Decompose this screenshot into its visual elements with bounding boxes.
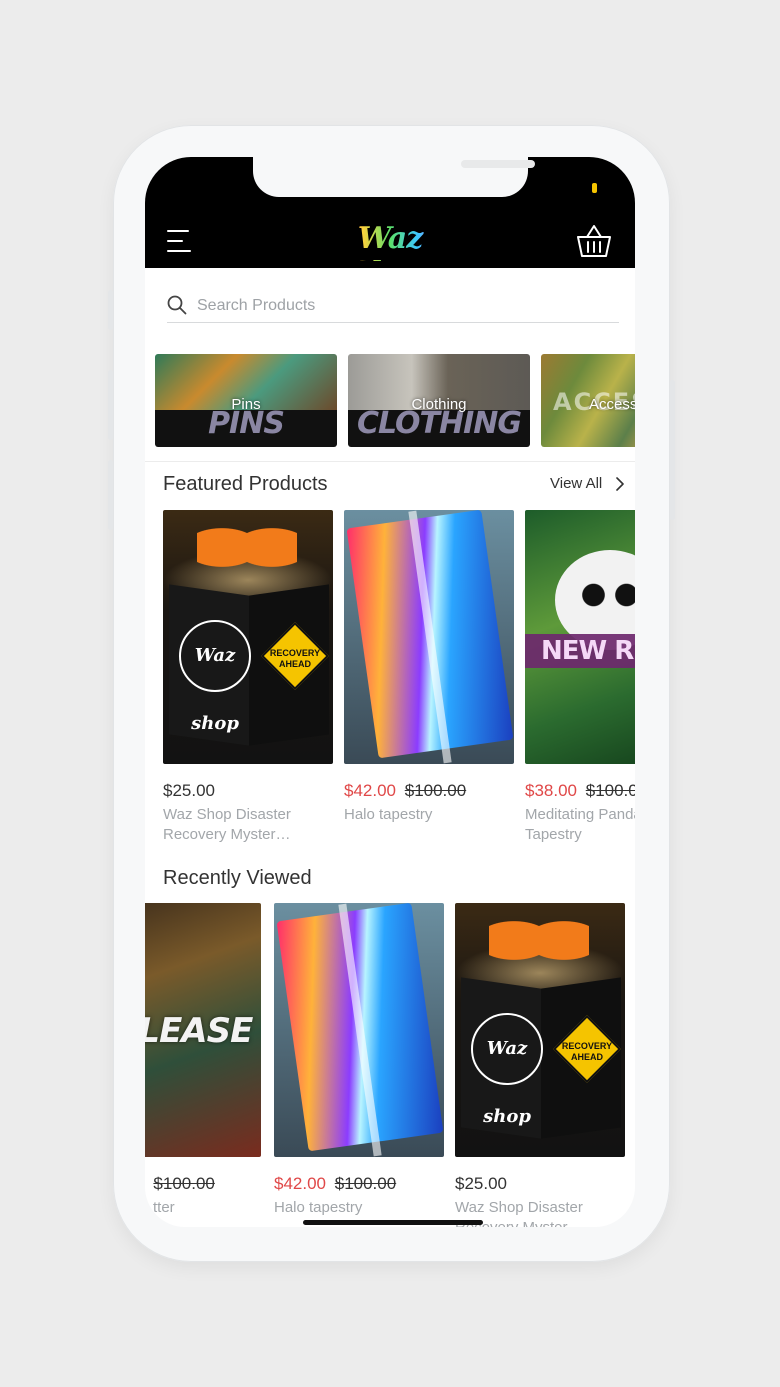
hamburger-menu-icon[interactable] [167,230,193,254]
butterfly-art [489,909,589,979]
phone-side-button [108,370,113,440]
original-price: $100.00 [404,781,467,800]
product-card[interactable]: Waz shop RECOVERY AHEAD $25.00 Waz Shop … [163,510,333,845]
product-image [274,903,444,1157]
price-row: $42.00 $100.00 [344,781,514,803]
search-icon [167,295,187,315]
new-release-banner: NEW RELE [525,634,635,668]
price-row: $25.00 [455,1174,625,1196]
chevron-right-icon[interactable] [615,477,625,491]
category-tile-clothing[interactable]: CLOTHING Clothing [348,354,530,447]
category-tile-accessories[interactable]: ACCESS Access [541,354,635,447]
product-card[interactable]: $42.00 $100.00 Halo tapestry [344,510,514,825]
category-label: Pins [231,396,261,413]
product-price: $25.00 [455,1174,507,1193]
category-label: Clothing [411,396,467,413]
product-name: Halo tapestry [344,806,433,823]
original-price: $100.00 [334,1174,397,1193]
category-label: Access [589,396,635,413]
original-price: $100.00 [585,781,635,800]
featured-products-title: Featured Products [163,473,328,495]
product-name: tter [153,1199,175,1216]
sale-price: $38.00 [525,781,577,800]
product-card[interactable]: $42.00 $100.00 Halo tapestry [274,903,444,1218]
phone-notch [253,157,535,197]
sale-price: $42.00 [344,781,396,800]
product-name: Halo tapestry [274,1199,363,1216]
product-image [344,510,514,764]
product-image: RELEASE [145,903,261,1157]
product-image: Waz shop RECOVERY AHEAD [163,510,333,764]
product-image: Waz shop RECOVERY AHEAD [455,903,625,1157]
app-screen: Waz Shop PINS Pins CLOTHING Clothing ACC… [145,157,635,1227]
new-release-banner: RELEASE [145,1011,253,1051]
waz-shop-globe-logo: Waz shop [179,620,251,734]
product-name: Waz Shop Disaster Recovery Myster… [163,806,291,843]
sign-text: RECOVERY AHEAD [561,1041,613,1062]
app-header: Waz Shop [145,157,635,291]
category-tile-pins[interactable]: PINS Pins [155,354,337,447]
phone-side-button [108,290,113,330]
phone-side-button [108,460,113,530]
product-card[interactable]: RELEASE ) $100.00 tter [145,903,261,1218]
product-price: $25.00 [163,781,215,800]
butterfly-art [197,516,297,586]
product-name: Meditating Panda Tapestry [525,806,635,843]
sign-text: RECOVERY AHEAD [269,648,321,669]
product-card[interactable]: Waz shop RECOVERY AHEAD $25.00 Waz Shop … [455,903,625,1227]
price-row: ) $100.00 [145,1174,261,1196]
sale-price: $42.00 [274,1174,326,1193]
section-divider [145,461,635,462]
view-all-link[interactable]: View All [550,475,602,492]
search-bar[interactable] [167,293,619,323]
price-row: $42.00 $100.00 [274,1174,444,1196]
price-row: $25.00 [163,781,333,803]
product-image: NEW RELE [525,510,635,764]
app-logo[interactable]: Waz Shop [335,221,445,291]
product-card[interactable]: NEW RELE $38.00 $100.00 Meditating Panda… [525,510,635,845]
speaker-grille [461,160,535,168]
phone-side-button [670,380,675,520]
search-input[interactable] [197,293,597,319]
status-indicator [592,183,597,193]
home-indicator[interactable] [303,1220,483,1225]
price-row: $38.00 $100.00 [525,781,635,803]
original-price: $100.00 [153,1174,215,1193]
waz-shop-globe-logo: Waz shop [471,1013,543,1127]
shopping-basket-icon[interactable] [575,223,613,259]
recently-viewed-title: Recently Viewed [163,867,312,889]
